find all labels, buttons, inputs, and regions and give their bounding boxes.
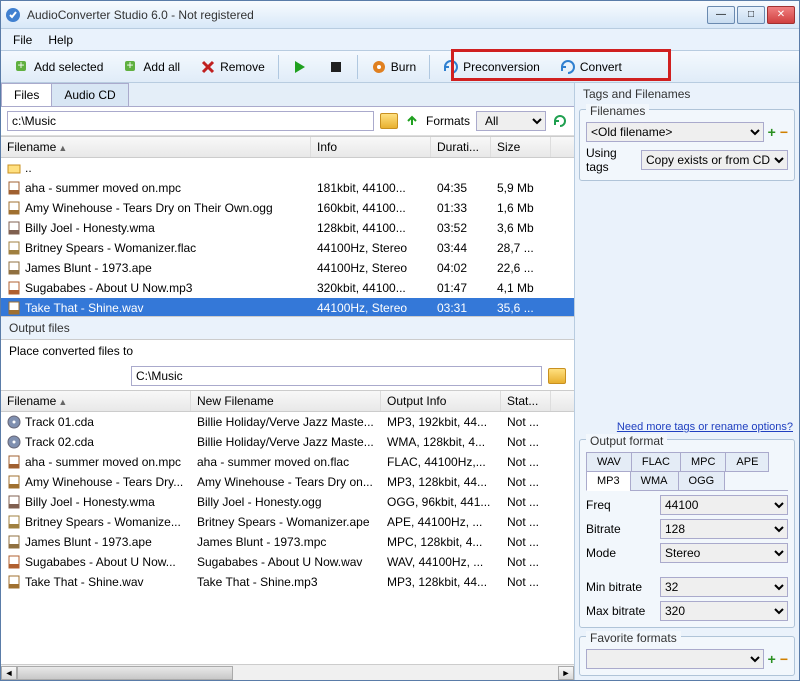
minimize-button[interactable]: — [707,6,735,24]
formats-label: Formats [426,114,470,128]
source-path-input[interactable] [7,111,374,131]
add-favorite-icon[interactable]: + [768,651,776,667]
file-row[interactable]: Amy Winehouse - Tears Dry on Their Own.o… [1,198,574,218]
output-row[interactable]: aha - summer moved on.mpcaha - summer mo… [1,452,574,472]
min-bitrate-select[interactable]: 32 [660,577,788,597]
scroll-right-button[interactable]: ► [558,666,574,680]
horizontal-scrollbar[interactable]: ◄ ► [1,664,574,680]
freq-select[interactable]: 44100 [660,495,788,515]
output-format-group: Output format WAVFLACMPCAPEMP3WMAOGG Fre… [579,439,795,628]
preconversion-icon [443,59,459,75]
app-window: AudioConverter Studio 6.0 - Not register… [0,0,800,681]
add-selected-icon: + [14,59,30,75]
format-tab-wma[interactable]: WMA [630,471,679,491]
ocol-outinfo[interactable]: Output Info [381,391,501,411]
app-icon [5,7,21,23]
scroll-left-button[interactable]: ◄ [1,666,17,680]
format-tab-flac[interactable]: FLAC [631,452,681,472]
mode-select[interactable]: Stereo [660,543,788,563]
filenames-group: Filenames <Old filename> + − Using tags … [579,109,795,181]
refresh-icon[interactable] [552,113,568,129]
menu-file[interactable]: File [7,31,38,49]
convert-icon [560,59,576,75]
filename-template-select[interactable]: <Old filename> [586,122,764,142]
file-row[interactable]: James Blunt - 1973.ape44100Hz, Stereo04:… [1,258,574,278]
menu-help[interactable]: Help [42,31,79,49]
output-files-title: Output files [1,316,574,340]
browse-output-icon[interactable] [548,368,566,384]
output-row[interactable]: Take That - Shine.wavTake That - Shine.m… [1,572,574,592]
burn-button[interactable]: Burn [362,55,425,79]
format-tab-ape[interactable]: APE [725,452,769,472]
scroll-thumb[interactable] [17,666,233,680]
maximize-button[interactable]: □ [737,6,765,24]
tab-files[interactable]: Files [1,83,52,106]
remove-template-icon[interactable]: − [780,124,788,140]
ocol-filename[interactable]: Filename▲ [1,391,191,411]
col-duration[interactable]: Durati... [431,137,491,157]
output-file-list[interactable]: Filename▲ New Filename Output Info Stat.… [1,390,574,664]
svg-text:+: + [17,59,24,72]
using-tags-label: Using tags [586,146,637,174]
preconversion-button[interactable]: Preconversion [434,55,549,79]
stop-icon [328,59,344,75]
file-row[interactable]: aha - summer moved on.mpc181kbit, 44100.… [1,178,574,198]
output-row[interactable]: Billy Joel - Honesty.wmaBilly Joel - Hon… [1,492,574,512]
remove-favorite-icon[interactable]: − [780,651,788,667]
ocol-newfile[interactable]: New Filename [191,391,381,411]
close-button[interactable]: ✕ [767,6,795,24]
remove-icon [200,59,216,75]
toolbar: + Add selected + Add all Remove Burn Pre… [1,51,799,83]
using-tags-select[interactable]: Copy exists or from CD [641,150,788,170]
output-row[interactable]: Amy Winehouse - Tears Dry...Amy Winehous… [1,472,574,492]
favorite-formats-group: Favorite formats + − [579,636,795,676]
output-row[interactable]: James Blunt - 1973.apeJames Blunt - 1973… [1,532,574,552]
place-files-label: Place converted files to [9,344,133,358]
col-filename[interactable]: Filename▲ [1,137,311,157]
format-tab-wav[interactable]: WAV [586,452,632,472]
format-tab-mpc[interactable]: MPC [680,452,726,472]
output-row[interactable]: Britney Spears - Womanize...Britney Spea… [1,512,574,532]
add-all-button[interactable]: + Add all [114,55,189,79]
file-row[interactable]: Sugababes - About U Now.mp3320kbit, 4410… [1,278,574,298]
output-row[interactable]: Track 01.cdaBillie Holiday/Verve Jazz Ma… [1,412,574,432]
file-row[interactable]: .. [1,158,574,178]
add-selected-button[interactable]: + Add selected [5,55,112,79]
output-row[interactable]: Sugababes - About U Now...Sugababes - Ab… [1,552,574,572]
tab-audiocd[interactable]: Audio CD [51,83,128,106]
svg-text:+: + [127,59,134,72]
formats-select[interactable]: All [476,111,546,131]
play-icon [292,59,308,75]
add-template-icon[interactable]: + [768,124,776,140]
add-all-icon: + [123,59,139,75]
titlebar: AudioConverter Studio 6.0 - Not register… [1,1,799,29]
output-path-input[interactable] [131,366,542,386]
file-row[interactable]: Britney Spears - Womanizer.flac44100Hz, … [1,238,574,258]
max-bitrate-select[interactable]: 320 [660,601,788,621]
tags-section-title: Tags and Filenames [575,83,799,105]
file-row[interactable]: Take That - Shine.wav44100Hz, Stereo03:3… [1,298,574,316]
format-tab-mp3[interactable]: MP3 [586,471,631,491]
col-size[interactable]: Size [491,137,551,157]
burn-icon [371,59,387,75]
play-button[interactable] [283,55,317,79]
file-row[interactable]: Billy Joel - Honesty.wma128kbit, 44100..… [1,218,574,238]
output-row[interactable]: Track 02.cdaBillie Holiday/Verve Jazz Ma… [1,432,574,452]
convert-button[interactable]: Convert [551,55,631,79]
menubar: File Help [1,29,799,51]
source-tabs: Files Audio CD [1,83,574,107]
format-tab-ogg[interactable]: OGG [678,471,726,491]
stop-button[interactable] [319,55,353,79]
format-tabs: WAVFLACMPCAPE MP3WMAOGG [586,452,788,491]
more-options-link[interactable]: Need more tags or rename options? [575,419,799,435]
bitrate-select[interactable]: 128 [660,519,788,539]
favorite-format-select[interactable] [586,649,764,669]
col-info[interactable]: Info [311,137,431,157]
browse-folder-icon[interactable] [380,113,398,129]
window-title: AudioConverter Studio 6.0 - Not register… [27,8,707,22]
input-file-list[interactable]: Filename▲ Info Durati... Size ..aha - su… [1,136,574,316]
ocol-status[interactable]: Stat... [501,391,551,411]
up-folder-icon[interactable] [404,113,420,129]
remove-button[interactable]: Remove [191,55,274,79]
